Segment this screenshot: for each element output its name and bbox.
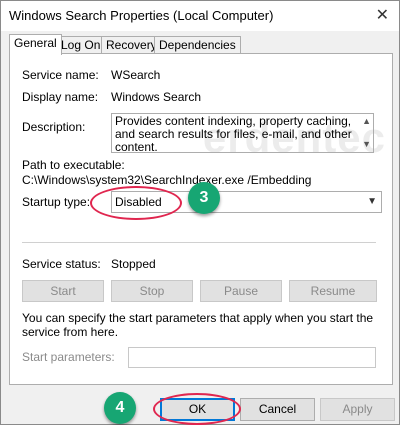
step-3-badge: 3 [188,182,220,214]
stop-button[interactable]: Stop [111,280,193,302]
window-title: Windows Search Properties (Local Compute… [9,8,274,23]
startup-type-label: Startup type: [22,195,91,209]
description-box[interactable]: Provides content indexing, property cach… [111,113,374,153]
tab-log-on[interactable]: Log On [56,36,106,54]
path-value: C:\Windows\system32\SearchIndexer.exe /E… [22,173,312,187]
path-label: Path to executable: [22,158,125,172]
resume-button[interactable]: Resume [289,280,377,302]
highlight-oval-ok [153,393,241,425]
tab-dependencies[interactable]: Dependencies [154,36,241,54]
highlight-oval-startup [90,186,182,220]
tab-general[interactable]: General [9,34,62,55]
display-name-value: Windows Search [111,90,202,104]
scroll-down-icon[interactable]: ▼ [362,138,371,151]
tab-recovery[interactable]: Recovery [101,36,162,54]
start-button[interactable]: Start [22,280,104,302]
apply-button[interactable]: Apply [320,398,395,421]
cancel-button[interactable]: Cancel [240,398,315,421]
scroll-up-icon[interactable]: ▲ [362,115,371,128]
display-name-label: Display name: [22,90,99,104]
separator [22,242,376,243]
service-status-label: Service status: [22,257,101,271]
service-name-label: Service name: [22,68,99,82]
pause-button[interactable]: Pause [200,280,282,302]
chevron-down-icon[interactable]: ▼ [367,192,377,212]
start-params-info: You can specify the start parameters tha… [22,311,374,339]
close-icon[interactable]: ✕ [376,5,389,25]
start-params-label: Start parameters: [22,350,115,364]
description-text: Provides content indexing, property cach… [115,114,352,153]
start-params-input[interactable] [128,347,376,368]
step-4-badge: 4 [104,392,136,424]
service-name-value: WSearch [111,68,161,82]
general-panel: erdentec Service name: WSearch Display n… [9,53,393,385]
description-label: Description: [22,120,86,134]
service-status-value: Stopped [111,257,156,271]
title-bar: Windows Search Properties (Local Compute… [1,1,399,31]
